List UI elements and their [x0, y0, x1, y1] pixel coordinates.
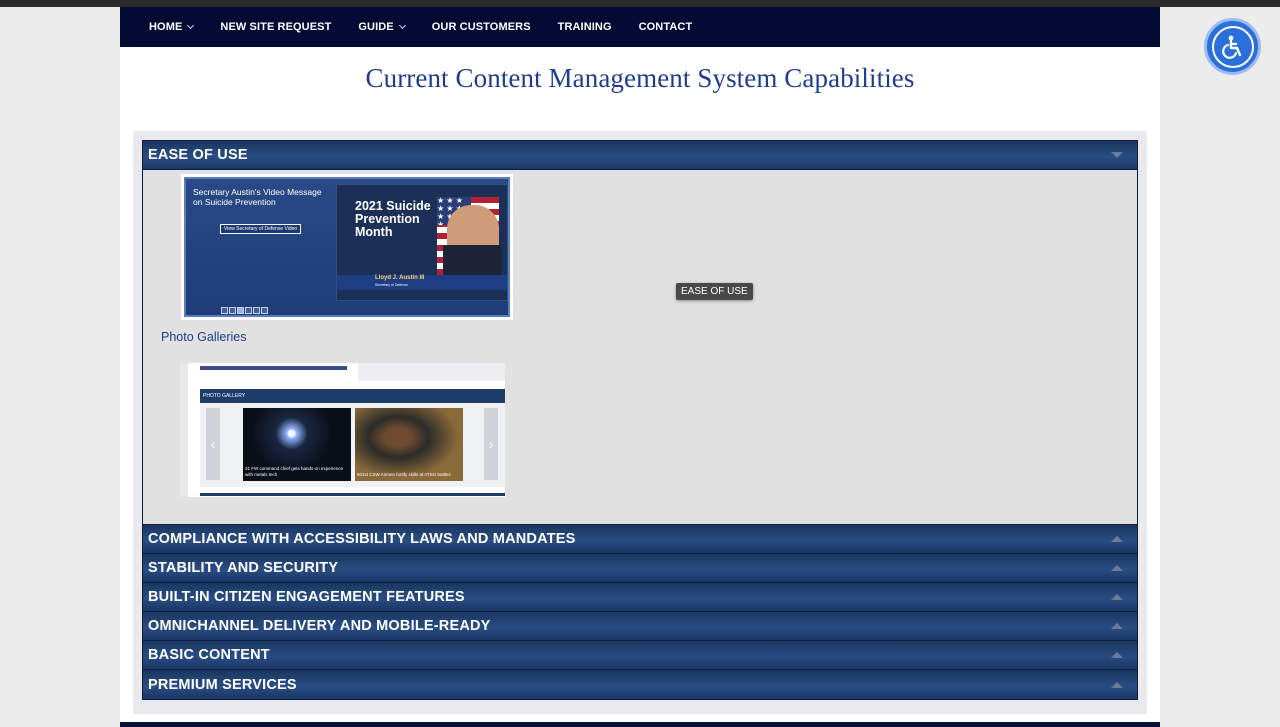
nav-home-label: HOME	[149, 21, 183, 33]
photo-galleries-link[interactable]: Photo Galleries	[161, 330, 246, 344]
accordion-header-accessibility[interactable]: COMPLIANCE WITH ACCESSIBILITY LAWS AND M…	[143, 525, 1137, 554]
slide-dot[interactable]	[245, 307, 252, 314]
browser-top-edge	[0, 0, 1280, 7]
nav-new-site-request[interactable]: NEW SITE REQUEST	[220, 21, 331, 33]
slideshow-screenshot: Secretary Austin's Video Message on Suic…	[181, 174, 513, 320]
slide-poster: ★ ★ ★ ★ ★ ★ ★ ★ ★ ★ 2021 Suicide Prevent…	[336, 184, 508, 301]
poster-text: 2021 Suicide Prevention Month	[355, 199, 431, 239]
accordion: EASE OF USE Secretary Austin's Video Mes…	[142, 140, 1138, 700]
nav-our-customers-label: OUR CUSTOMERS	[431, 21, 531, 33]
accordion-header-basic-content[interactable]: BASIC CONTENT	[143, 641, 1137, 670]
gallery-side-strip	[180, 363, 189, 497]
nav-training-label: TRAINING	[557, 21, 612, 33]
accordion-wrapper: EASE OF USE Secretary Austin's Video Mes…	[133, 131, 1147, 714]
accordion-header-label: BUILT-IN CITIZEN ENGAGEMENT FEATURES	[148, 589, 465, 605]
accordion-header-omnichannel[interactable]: OMNICHANNEL DELIVERY AND MOBILE-READY	[143, 612, 1137, 641]
accordion-header-premium-services[interactable]: PREMIUM SERVICES	[143, 670, 1137, 699]
accordion-header-label: PREMIUM SERVICES	[148, 676, 297, 693]
accordion-header-label: COMPLIANCE WITH ACCESSIBILITY LAWS AND M…	[148, 531, 576, 547]
gallery-bottom-bar	[200, 493, 505, 496]
poster-role: Secretary of Defense	[375, 283, 408, 287]
chevron-down-icon	[398, 21, 406, 30]
slide-dot[interactable]	[261, 307, 268, 314]
slide-dot[interactable]	[237, 307, 244, 314]
chevron-left-icon[interactable]: ‹	[206, 408, 220, 480]
nav-our-customers[interactable]: OUR CUSTOMERS	[432, 21, 531, 33]
slide-dot[interactable]	[221, 307, 228, 314]
wheelchair-icon	[1211, 25, 1254, 68]
gallery-top-bar	[200, 366, 347, 370]
photo-caption: 501st CSW Airmen fortify skills at ATSO …	[357, 472, 451, 477]
photo-caption: 31 FW command chief gets hands-on experi…	[245, 466, 344, 477]
nav-contact-label: CONTACT	[638, 21, 693, 33]
nav-contact[interactable]: CONTACT	[639, 21, 693, 33]
tooltip: EASE OF USE	[676, 283, 753, 300]
chevron-down-icon	[187, 21, 195, 30]
main-nav: HOME NEW SITE REQUEST GUIDE OUR CUSTOMER…	[120, 7, 1160, 47]
caret-up-icon	[1111, 623, 1123, 629]
caret-up-icon	[1111, 594, 1123, 600]
slide-message-title: Secretary Austin's Video Message on Suic…	[193, 187, 322, 207]
portrait-suit	[443, 245, 501, 277]
gallery-top-box	[358, 363, 505, 381]
chevron-right-icon[interactable]: ›	[484, 408, 498, 480]
caret-up-icon	[1111, 652, 1123, 658]
page-title: Current Content Management System Capabi…	[365, 63, 915, 93]
slideshow: Secretary Austin's Video Message on Suic…	[184, 177, 510, 317]
nav-training[interactable]: TRAINING	[558, 21, 612, 33]
view-video-button[interactable]: View Secretary of Defense Video	[220, 224, 302, 234]
accordion-header-stability[interactable]: STABILITY AND SECURITY	[143, 554, 1137, 583]
caret-down-icon	[1111, 152, 1123, 158]
gallery-photo[interactable]: 31 FW command chief gets hands-on experi…	[243, 408, 351, 481]
caret-up-icon	[1111, 681, 1123, 688]
page-container: HOME NEW SITE REQUEST GUIDE OUR CUSTOMER…	[120, 7, 1160, 727]
photo-gallery-carousel: ‹ 31 FW command chief gets hands-on expe…	[200, 403, 505, 487]
gallery-photo[interactable]: 501st CSW Airmen fortify skills at ATSO …	[355, 408, 463, 481]
nav-guide-label: GUIDE	[358, 21, 394, 33]
slide-pager	[221, 307, 268, 314]
nav-new-site-request-label: NEW SITE REQUEST	[220, 21, 332, 33]
accordion-panel-ease-of-use: Secretary Austin's Video Message on Suic…	[143, 170, 1137, 525]
slide-dot[interactable]	[229, 307, 236, 314]
accessibility-button[interactable]	[1204, 18, 1261, 75]
accordion-header-label: STABILITY AND SECURITY	[148, 560, 339, 576]
slide-dot[interactable]	[253, 307, 260, 314]
nav-guide[interactable]: GUIDE	[358, 21, 406, 33]
footer-edge	[120, 722, 1160, 727]
accordion-header-label: OMNICHANNEL DELIVERY AND MOBILE-READY	[148, 618, 491, 634]
nav-home[interactable]: HOME	[149, 21, 195, 33]
accordion-header-ease-of-use[interactable]: EASE OF USE	[143, 141, 1137, 170]
caret-up-icon	[1111, 536, 1123, 542]
caret-up-icon	[1111, 565, 1123, 571]
accordion-header-label: BASIC CONTENT	[148, 647, 270, 663]
accordion-header-label: EASE OF USE	[148, 147, 248, 163]
photo-gallery-screenshot: PHOTO GALLERY ‹ 31 FW command chief gets…	[180, 363, 505, 497]
poster-name: Lloyd J. Austin III	[375, 275, 425, 281]
photo-gallery-header: PHOTO GALLERY	[200, 389, 505, 403]
accordion-header-citizen-engagement[interactable]: BUILT-IN CITIZEN ENGAGEMENT FEATURES	[143, 583, 1137, 612]
